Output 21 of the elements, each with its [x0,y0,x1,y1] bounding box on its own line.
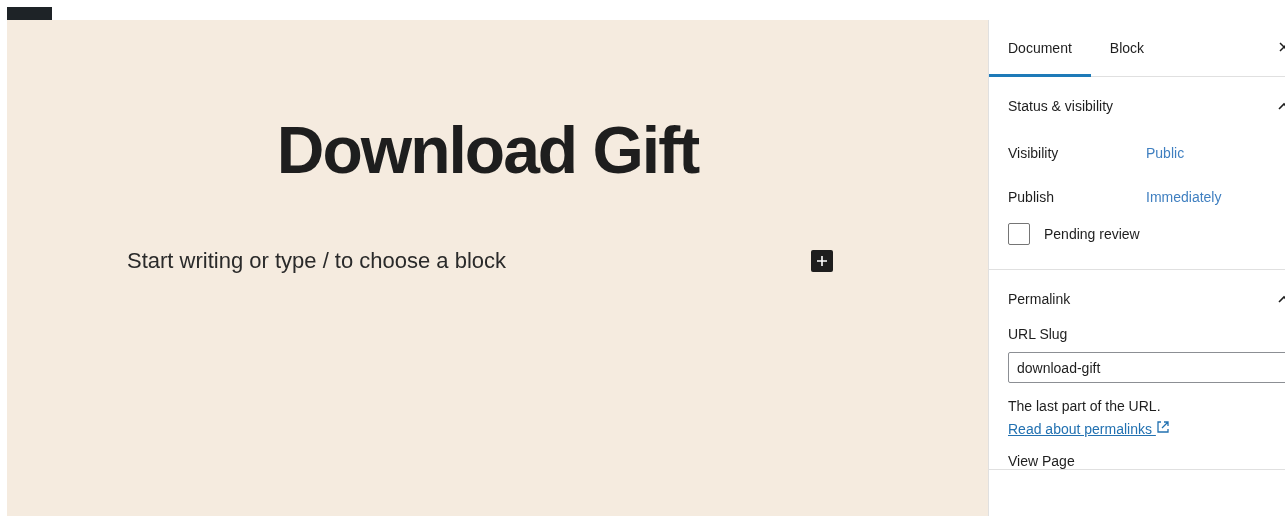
help-text: The last part of the URL. Read about permalinks [1008,395,1270,441]
toolbar-block [7,7,52,20]
external-link-icon [1155,420,1170,434]
checkbox[interactable] [1008,223,1030,245]
permalinks-link[interactable]: Read about permalinks [1008,421,1170,437]
field-value-link[interactable]: Public [1146,145,1185,161]
checkbox-label: Pending review [1044,226,1140,242]
sidebar-tab[interactable]: Block [1090,21,1164,77]
field-label: URL Slug [1008,326,1069,342]
url-slug-field[interactable]: download-gift [1008,352,1285,383]
panel-title[interactable]: Permalink [1008,291,1071,307]
plus-icon [816,255,828,267]
field-value-link[interactable]: Immediately [1146,189,1222,205]
panel-title[interactable]: Status & visibility [1008,98,1114,114]
sidebar-tab[interactable]: Document [989,21,1091,77]
field-label: View Page [1008,453,1076,469]
post-title[interactable]: Download Gift [7,20,988,188]
field-label: Publish [1008,189,1055,205]
field-label: Visibility [1008,145,1060,161]
paragraph-input[interactable]: Start writing or type / to choose a block [127,248,767,274]
add-block-button[interactable] [811,250,833,272]
